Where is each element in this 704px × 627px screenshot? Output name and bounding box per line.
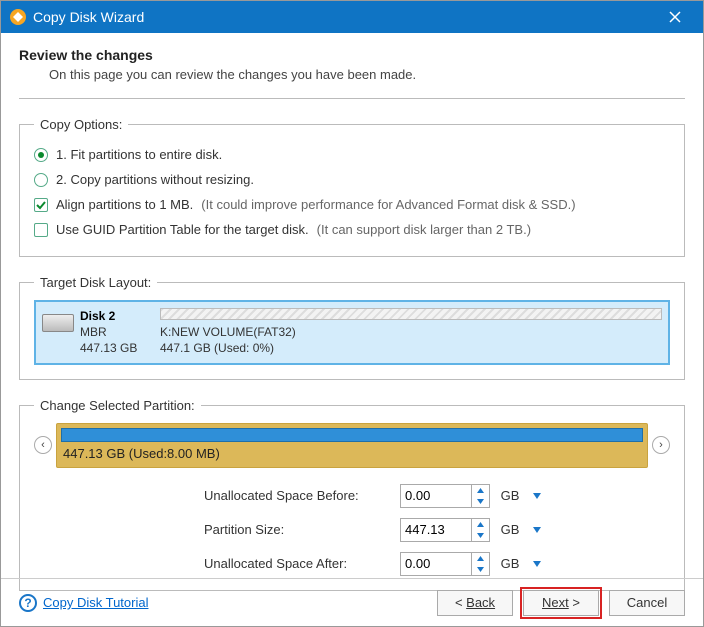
- slider-left-button[interactable]: ‹: [34, 436, 52, 454]
- partition-usage: 447.1 GB (Used: 0%): [160, 340, 662, 356]
- slider-right-button[interactable]: ›: [652, 436, 670, 454]
- wizard-footer: ? Copy Disk Tutorial < Back Next > Cance…: [1, 578, 703, 626]
- wizard-header: Review the changes On this page you can …: [1, 33, 703, 90]
- selected-partition-label: 447.13 GB (Used:8.00 MB): [57, 444, 647, 467]
- unit-label: GB: [496, 522, 524, 537]
- back-button[interactable]: < Back: [437, 590, 513, 616]
- close-button[interactable]: [655, 1, 695, 33]
- checkbox-icon: [34, 223, 48, 237]
- copy-options-group: Copy Options: 1. Fit partitions to entir…: [19, 117, 685, 257]
- spin-up-icon[interactable]: [472, 519, 489, 530]
- header-desc: On this page you can review the changes …: [19, 63, 685, 82]
- help-icon: ?: [19, 594, 37, 612]
- partition-size-label: Partition Size:: [204, 522, 394, 537]
- target-layout-legend: Target Disk Layout:: [34, 275, 157, 290]
- target-disk-row[interactable]: Disk 2 MBR 447.13 GB K:NEW VOLUME(FAT32)…: [34, 300, 670, 365]
- radio-icon: [34, 173, 48, 187]
- unallocated-after-label: Unallocated Space After:: [204, 556, 394, 571]
- unallocated-before-spinner[interactable]: [400, 484, 490, 508]
- app-icon: [9, 8, 27, 26]
- unit-dropdown[interactable]: [530, 523, 544, 537]
- partition-size-row: Partition Size: GB: [204, 518, 544, 542]
- selected-partition-slider: ‹ 447.13 GB (Used:8.00 MB) ›: [34, 423, 670, 468]
- option-align-1mb[interactable]: Align partitions to 1 MB. (It could impr…: [34, 192, 670, 217]
- disk-scheme: MBR: [80, 324, 137, 340]
- option-gpt-hint: (It can support disk larger than 2 TB.): [317, 222, 531, 237]
- unallocated-before-label: Unallocated Space Before:: [204, 488, 394, 503]
- tutorial-link[interactable]: Copy Disk Tutorial: [43, 595, 148, 610]
- change-selected-partition-group: Change Selected Partition: ‹ 447.13 GB (…: [19, 398, 685, 591]
- next-button[interactable]: Next >: [523, 590, 599, 616]
- change-partition-legend: Change Selected Partition:: [34, 398, 201, 413]
- partition-size-spinner[interactable]: [400, 518, 490, 542]
- disk-size: 447.13 GB: [80, 340, 137, 356]
- option-use-gpt[interactable]: Use GUID Partition Table for the target …: [34, 217, 670, 242]
- unit-dropdown[interactable]: [530, 489, 544, 503]
- unit-label: GB: [496, 488, 524, 503]
- partition-label: K:NEW VOLUME(FAT32): [160, 324, 662, 340]
- selected-partition[interactable]: 447.13 GB (Used:8.00 MB): [56, 423, 648, 468]
- unallocated-after-input[interactable]: [401, 553, 471, 575]
- target-disk-layout-group: Target Disk Layout: Disk 2 MBR 447.13 GB…: [19, 275, 685, 380]
- spin-down-icon[interactable]: [472, 496, 489, 507]
- unit-dropdown[interactable]: [530, 557, 544, 571]
- tutorial-link-wrap: ? Copy Disk Tutorial: [19, 594, 148, 612]
- header-divider: [19, 98, 685, 99]
- unallocated-before-row: Unallocated Space Before: GB: [204, 484, 544, 508]
- header-title: Review the changes: [19, 47, 685, 63]
- disk-info: Disk 2 MBR 447.13 GB: [42, 308, 152, 357]
- option-align-hint: (It could improve performance for Advanc…: [201, 197, 575, 212]
- disk-icon: [42, 314, 74, 332]
- disk-name: Disk 2: [80, 308, 137, 324]
- copy-options-legend: Copy Options:: [34, 117, 128, 132]
- unit-label: GB: [496, 556, 524, 571]
- cancel-button[interactable]: Cancel: [609, 590, 685, 616]
- option-align-label: Align partitions to 1 MB.: [56, 197, 193, 212]
- option-copy-label: 2. Copy partitions without resizing.: [56, 172, 254, 187]
- unallocated-after-row: Unallocated Space After: GB: [204, 552, 544, 576]
- checkbox-checked-icon: [34, 198, 48, 212]
- title-bar: Copy Disk Wizard: [1, 1, 703, 33]
- partition-size-input[interactable]: [401, 519, 471, 541]
- spin-up-icon[interactable]: [472, 485, 489, 496]
- partition-bar[interactable]: [160, 308, 662, 320]
- partition-column: K:NEW VOLUME(FAT32) 447.1 GB (Used: 0%): [160, 308, 662, 357]
- spin-up-icon[interactable]: [472, 553, 489, 564]
- spin-down-icon[interactable]: [472, 564, 489, 575]
- unallocated-before-input[interactable]: [401, 485, 471, 507]
- option-copy-without-resizing[interactable]: 2. Copy partitions without resizing.: [34, 167, 670, 192]
- partition-fill-bar: [61, 428, 643, 442]
- option-fit-entire-disk[interactable]: 1. Fit partitions to entire disk.: [34, 142, 670, 167]
- option-fit-label: 1. Fit partitions to entire disk.: [56, 147, 222, 162]
- spin-down-icon[interactable]: [472, 530, 489, 541]
- radio-selected-icon: [34, 148, 48, 162]
- unallocated-after-spinner[interactable]: [400, 552, 490, 576]
- option-gpt-label: Use GUID Partition Table for the target …: [56, 222, 309, 237]
- window-title: Copy Disk Wizard: [33, 9, 144, 25]
